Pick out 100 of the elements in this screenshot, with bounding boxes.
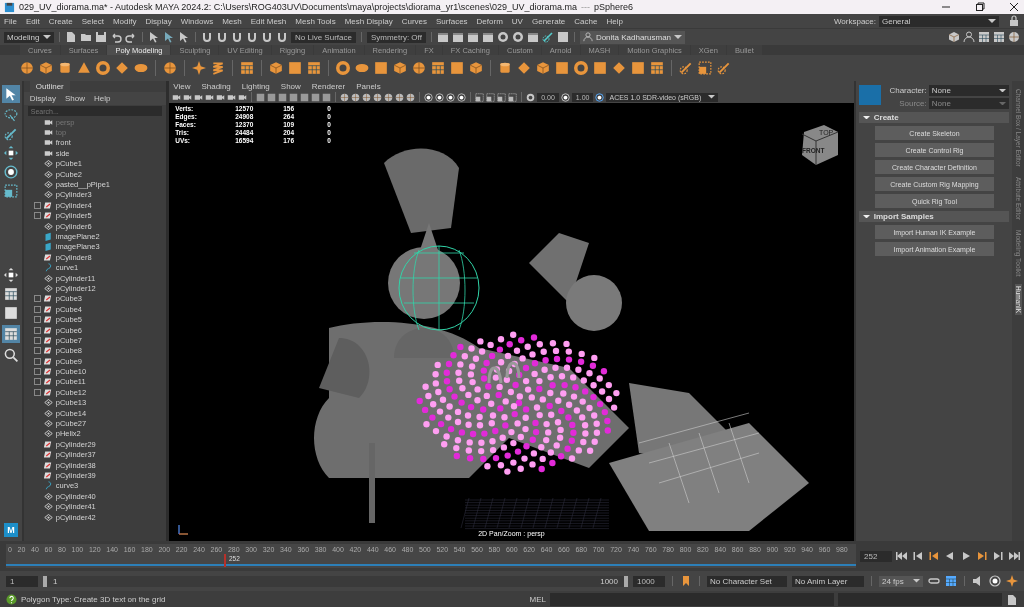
menu-item[interactable]: View: [173, 81, 191, 91]
start-frame-field[interactable]: 1: [6, 575, 38, 587]
menu-item[interactable]: Mesh Display: [344, 16, 393, 26]
cylinder-icon[interactable]: [498, 61, 512, 75]
menu-item[interactable]: Create: [48, 16, 73, 26]
current-frame-field[interactable]: 252: [860, 550, 892, 562]
clapboard-icon[interactable]: [481, 31, 494, 43]
brush-icon[interactable]: [541, 31, 554, 43]
clapboard-icon[interactable]: [466, 31, 479, 43]
step-back-icon[interactable]: [912, 550, 924, 562]
square-icon[interactable]: [631, 61, 645, 75]
expand-box[interactable]: [33, 336, 41, 344]
new-file-icon[interactable]: [65, 31, 77, 43]
star-icon[interactable]: [192, 61, 206, 75]
expand-box[interactable]: [33, 316, 41, 324]
expand-box[interactable]: [33, 347, 41, 355]
expand-box[interactable]: [33, 368, 41, 376]
save-icon[interactable]: [95, 31, 107, 43]
four-view-icon[interactable]: [3, 287, 18, 301]
symmetry-field[interactable]: Symmetry: Off: [366, 31, 426, 43]
expand-box[interactable]: [33, 201, 41, 209]
cube-icon[interactable]: [269, 61, 283, 75]
magnet-icon[interactable]: [231, 31, 243, 43]
menu-item[interactable]: Display: [145, 16, 172, 26]
exposure-icon[interactable]: [526, 92, 536, 102]
expand-box[interactable]: [33, 378, 41, 386]
polyhedron-icon[interactable]: [163, 61, 177, 75]
person-icon[interactable]: [963, 31, 975, 43]
fps-dropdown[interactable]: 24 fps: [879, 575, 923, 587]
paint-select-icon[interactable]: [3, 127, 18, 141]
bookmark-icon[interactable]: [680, 575, 692, 587]
expand-box[interactable]: [33, 305, 41, 313]
shading-icon[interactable]: [340, 92, 350, 102]
menu-item[interactable]: Select: [81, 16, 104, 26]
select-tool-button[interactable]: [1, 85, 20, 103]
helix-icon[interactable]: [211, 61, 225, 75]
select-object-icon[interactable]: [163, 31, 175, 43]
menu-item[interactable]: Curves: [401, 16, 427, 26]
menu-item[interactable]: Surfaces: [436, 16, 468, 26]
section-header[interactable]: Create: [858, 112, 1010, 123]
menu-set-dropdown[interactable]: Modeling: [4, 31, 54, 43]
command-language-label[interactable]: MEL: [529, 595, 546, 604]
clapboard-icon[interactable]: [526, 31, 539, 43]
menu-item[interactable]: Mesh: [222, 16, 242, 26]
magnet-icon[interactable]: [276, 31, 288, 43]
square-icon[interactable]: [450, 61, 464, 75]
menu-item[interactable]: Mesh Tools: [295, 16, 336, 26]
color-management-icon[interactable]: [595, 92, 605, 102]
expand-box[interactable]: [33, 295, 41, 303]
menu-item[interactable]: Panels: [356, 81, 381, 91]
shading-icon[interactable]: [351, 92, 361, 102]
camera-icon[interactable]: [238, 92, 248, 102]
menu-item[interactable]: Edit: [25, 16, 40, 26]
disc-icon[interactable]: [355, 61, 369, 75]
menu-item[interactable]: Help: [94, 94, 111, 103]
magnet-icon[interactable]: [246, 31, 258, 43]
folder-icon[interactable]: [80, 31, 92, 43]
gamma-icon[interactable]: [560, 92, 570, 102]
menu-item[interactable]: Edit Mesh: [250, 16, 287, 26]
play-icon[interactable]: [960, 550, 972, 562]
magnet-icon[interactable]: [216, 31, 228, 43]
square-icon[interactable]: [288, 61, 302, 75]
menu-item[interactable]: Display: [29, 94, 56, 103]
lock-icon[interactable]: [1008, 15, 1020, 27]
grid-icon[interactable]: [240, 61, 254, 75]
select-hierarchy-icon[interactable]: [148, 31, 160, 43]
shading-icon[interactable]: [406, 92, 416, 102]
brush-icon[interactable]: [679, 61, 693, 75]
go-to-start-icon[interactable]: [896, 550, 908, 562]
shading-icon[interactable]: [395, 92, 405, 102]
menu-item[interactable]: Deform: [476, 16, 503, 26]
script-editor-icon[interactable]: [1006, 593, 1018, 606]
character-set-dropdown[interactable]: No Character Set: [707, 575, 787, 587]
diamond-icon[interactable]: [612, 61, 626, 75]
cube-icon[interactable]: [536, 61, 550, 75]
cube-icon[interactable]: [39, 61, 53, 75]
live-surface-field[interactable]: No Live Surface: [291, 31, 356, 43]
cone-icon[interactable]: [77, 61, 91, 75]
disc-icon[interactable]: [134, 61, 148, 75]
undo-icon[interactable]: [110, 31, 122, 43]
menu-item[interactable]: Windows: [180, 16, 214, 26]
menu-item[interactable]: Show: [65, 94, 85, 103]
grid-icon[interactable]: [307, 61, 321, 75]
frame-icon[interactable]: [486, 92, 496, 102]
menu-item[interactable]: UV: [511, 16, 523, 26]
magnet-icon[interactable]: [201, 31, 213, 43]
scale-icon[interactable]: [3, 184, 18, 198]
play-backward-icon[interactable]: [944, 550, 956, 562]
clapboard-icon[interactable]: [436, 31, 449, 43]
character-dropdown[interactable]: None: [928, 85, 1010, 96]
square-icon[interactable]: [698, 61, 712, 75]
key-back-icon[interactable]: [928, 550, 940, 562]
menu-item[interactable]: Cache: [574, 16, 598, 26]
view-cube[interactable]: [801, 125, 839, 166]
shading-icon[interactable]: [384, 92, 394, 102]
maya-logo[interactable]: M: [3, 523, 18, 537]
redo-icon[interactable]: [125, 31, 137, 43]
expand-box[interactable]: [33, 388, 41, 396]
menu-item[interactable]: Help: [606, 16, 623, 26]
expand-box[interactable]: [33, 326, 41, 334]
